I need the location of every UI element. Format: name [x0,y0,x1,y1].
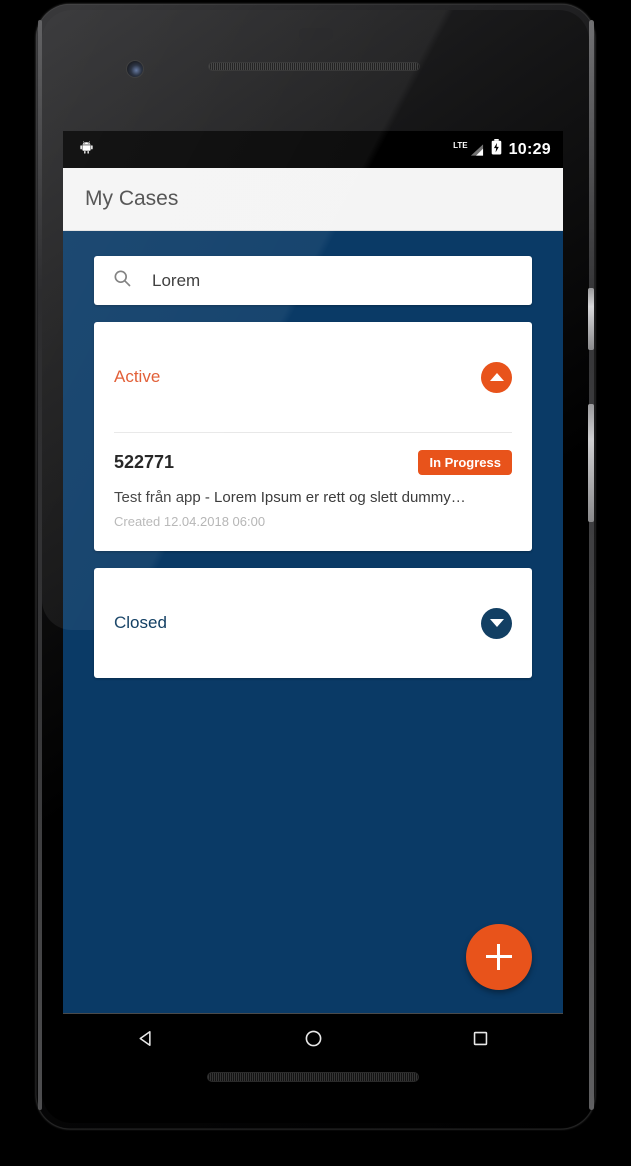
case-row-top: 522771 In Progress [114,450,512,475]
active-section-label: Active [114,367,161,386]
active-section-card: Active 522771 In Progress Test från app … [94,322,532,551]
add-case-fab[interactable] [466,924,532,990]
power-button[interactable] [588,288,594,350]
chevron-up-icon[interactable] [481,361,512,393]
phone-edge-right [589,20,594,1110]
recents-square-icon[interactable] [470,1028,491,1054]
closed-section-card: Closed [94,568,532,678]
phone-edge-left [38,20,42,1110]
back-triangle-icon[interactable] [135,1027,158,1055]
lte-signal-icon: LTE [453,142,484,157]
phone-screen: LTE 10:29 My Cases Lorem Active 522771 I… [63,131,563,1013]
case-description: Test från app - Lorem Ipsum er rett og s… [114,489,466,506]
volume-button[interactable] [588,404,594,522]
status-bar: LTE 10:29 [63,131,563,168]
battery-charging-icon [491,139,502,160]
chevron-down-icon[interactable] [481,607,512,639]
status-badge: In Progress [418,450,512,475]
earpiece-speaker [208,62,420,71]
plus-icon [486,944,512,970]
screenshot-stage: LTE 10:29 My Cases Lorem Active 522771 I… [0,0,631,1166]
search-input-value: Lorem [152,270,201,290]
status-bar-right: LTE 10:29 [453,139,551,160]
page-title: My Cases [85,187,179,210]
home-circle-icon[interactable] [302,1027,325,1055]
closed-section-header[interactable]: Closed [94,568,532,678]
network-type-label: LTE [453,141,468,150]
app-bar: My Cases [63,168,563,231]
case-created-date: Created 12.04.2018 06:00 [114,514,266,529]
closed-section-label: Closed [114,613,167,632]
bottom-speaker-grille [207,1072,419,1082]
case-number: 522771 [114,452,175,472]
android-system-nav [63,1013,563,1068]
front-camera [126,60,144,78]
search-input[interactable]: Lorem [94,256,532,305]
case-list-item[interactable]: 522771 In Progress Test från app - Lorem… [94,433,532,551]
android-robot-icon [79,140,94,159]
active-section-header[interactable]: Active [94,322,532,432]
content-area: Lorem Active 522771 In Progress Test frå… [63,231,563,1013]
status-bar-left [79,140,94,159]
search-icon [112,268,132,293]
status-bar-clock: 10:29 [508,140,551,158]
proximity-sensor [299,28,333,40]
